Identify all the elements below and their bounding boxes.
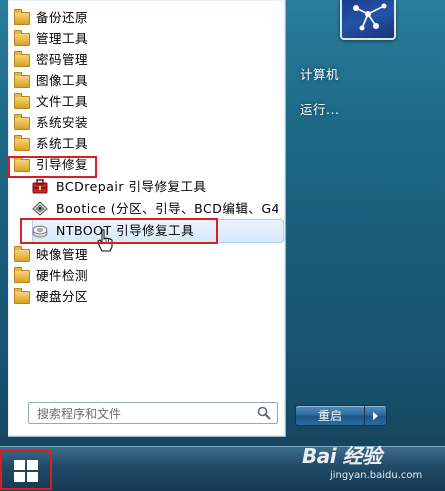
folder-label: 硬件检测 <box>36 268 89 283</box>
folder-label: 文件工具 <box>36 94 89 109</box>
user-avatar[interactable] <box>340 0 396 40</box>
folder-item-hardware-test[interactable]: 硬件检测 <box>8 266 278 286</box>
program-label: BCDrepair 引导修复工具 <box>56 179 207 194</box>
folder-item-backup[interactable]: 备份还原 <box>8 8 278 28</box>
avatar-graphic-icon <box>353 3 387 31</box>
disk-tool-icon <box>32 201 48 216</box>
folder-label: 硬盘分区 <box>36 289 89 304</box>
folder-icon <box>14 51 30 67</box>
folder-item-image-tools[interactable]: 图像工具 <box>8 71 278 91</box>
folder-label: 备份还原 <box>36 10 89 25</box>
folder-label: 图像工具 <box>36 73 89 88</box>
program-item-bcdrepair[interactable]: BCDrepair 引导修复工具 <box>8 177 278 197</box>
folder-item-system-install[interactable]: 系统安装 <box>8 113 278 133</box>
program-label: Bootice (分区、引导、BCD编辑、G4D <box>56 201 278 216</box>
folder-icon <box>14 267 30 283</box>
search-box[interactable] <box>28 402 278 424</box>
folder-icon <box>14 30 30 46</box>
watermark-brand: Bai 经验 <box>302 444 382 468</box>
folder-icon <box>14 246 30 262</box>
annotation-box-ntboot <box>20 218 218 244</box>
folder-label: 密码管理 <box>36 52 89 67</box>
folder-icon <box>14 288 30 304</box>
folder-item-password[interactable]: 密码管理 <box>8 50 278 70</box>
restart-button[interactable]: 重启 <box>295 405 365 426</box>
folder-label: 系统工具 <box>36 136 89 151</box>
watermark-url: jingyan.baidu.com <box>330 470 423 481</box>
start-button[interactable] <box>0 450 52 490</box>
search-input[interactable] <box>35 405 249 423</box>
toolbox-icon <box>32 179 48 194</box>
folder-item-admin-tools[interactable]: 管理工具 <box>8 29 278 49</box>
folder-icon <box>14 72 30 88</box>
folder-item-image-manage[interactable]: 映像管理 <box>8 245 278 265</box>
folder-icon <box>14 135 30 151</box>
folder-item-disk-partition[interactable]: 硬盘分区 <box>8 287 278 307</box>
folder-label: 映像管理 <box>36 247 89 262</box>
folder-item-file-tools[interactable]: 文件工具 <box>8 92 278 112</box>
run-link[interactable]: 运行... <box>300 99 339 118</box>
start-menu-programs-panel: 备份还原 管理工具 密码管理 图像工具 文件工具 系统安装 系统工具 引导修复 … <box>8 0 286 437</box>
shutdown-options-arrow-icon[interactable] <box>365 405 387 426</box>
windows-logo-icon <box>14 460 38 482</box>
annotation-box-boot-repair <box>8 156 97 178</box>
baidu-watermark: Bai 经验 jingyan.baidu.com <box>300 438 445 490</box>
search-icon[interactable] <box>257 406 271 420</box>
folder-label: 系统安装 <box>36 115 89 130</box>
program-item-bootice[interactable]: Bootice (分区、引导、BCD编辑、G4D <box>8 199 278 219</box>
folder-icon <box>14 9 30 25</box>
folder-item-system-tools[interactable]: 系统工具 <box>8 134 278 154</box>
folder-icon <box>14 114 30 130</box>
folder-icon <box>14 93 30 109</box>
folder-label: 管理工具 <box>36 31 89 46</box>
computer-link[interactable]: 计算机 <box>300 64 339 83</box>
